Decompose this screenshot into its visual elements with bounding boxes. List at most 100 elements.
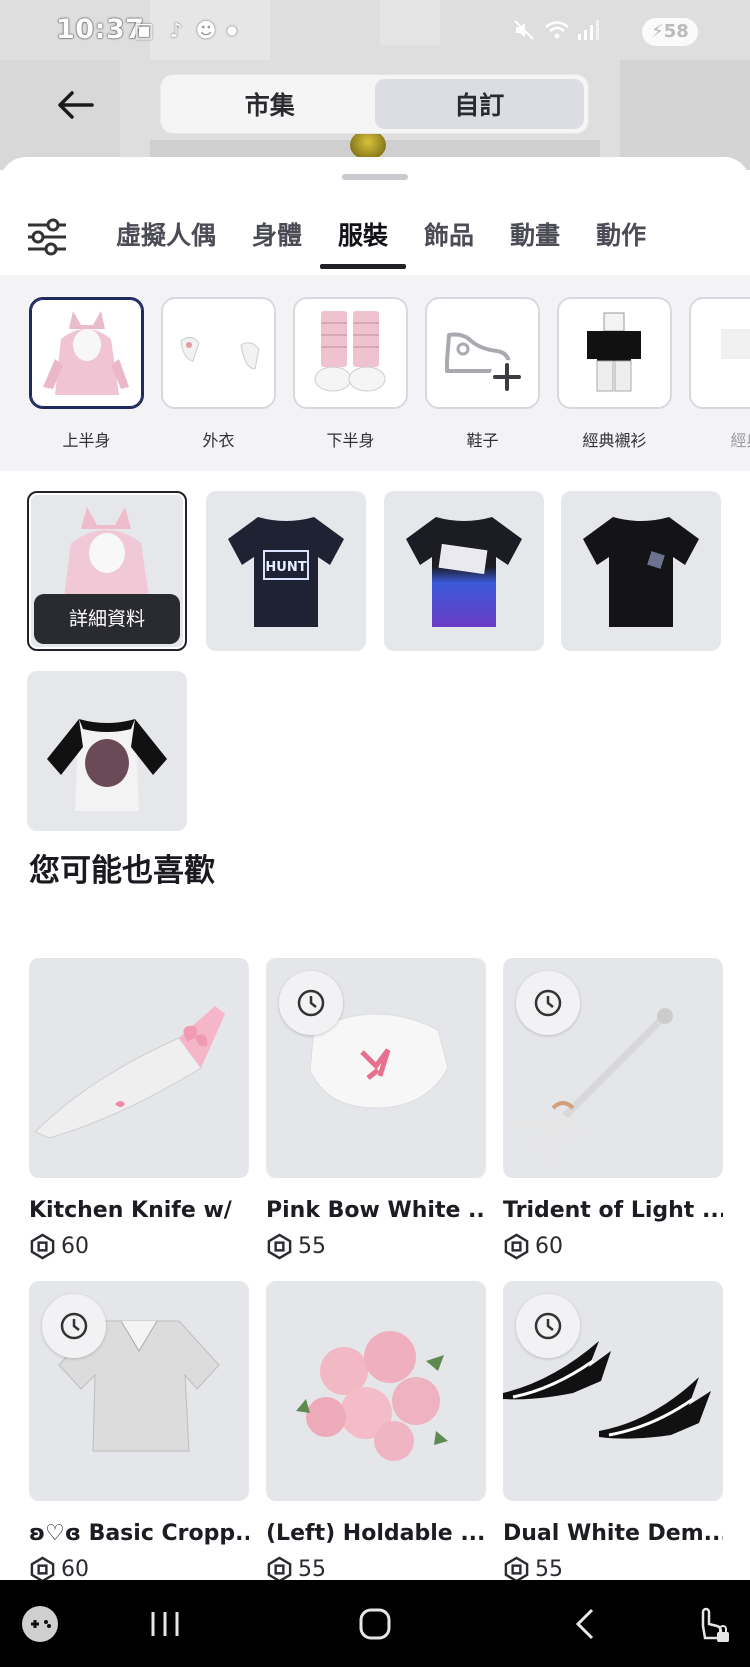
owned-item-card[interactable]: 詳細資料 — [27, 491, 187, 651]
sliders-icon — [28, 218, 66, 256]
add-shoe-icon — [425, 297, 540, 409]
details-button[interactable]: 詳細資料 — [34, 594, 180, 644]
status-bar: 10:37 ▣ ♪ ☻ ● ⚡58 — [0, 12, 750, 52]
touch-lock-button[interactable] — [688, 1580, 734, 1667]
pink-cat-hoodie-thumb — [29, 297, 144, 409]
hunt-navy-tshirt-icon: HUNT — [228, 517, 344, 627]
tab-body[interactable]: 身體 — [234, 205, 320, 267]
subcat-outerwear[interactable]: 外衣 — [161, 297, 276, 451]
rec-card[interactable]: Kitchen Knife w/ 60 — [29, 958, 249, 1261]
tab-emotes[interactable]: 動作 — [578, 205, 664, 267]
clock-icon — [534, 989, 562, 1017]
pink-bow-top-thumb — [266, 958, 486, 1178]
tab-avatar[interactable]: 虛擬人偶 — [98, 205, 234, 267]
classic-pants-thumb — [689, 297, 750, 409]
subcat-label: 下半身 — [326, 431, 375, 450]
item-price: 55 — [266, 1554, 486, 1580]
robux-icon — [267, 1556, 292, 1580]
screenshot-icon: ▣ — [134, 18, 154, 42]
owned-item-card[interactable] — [561, 491, 721, 651]
signal-icon — [576, 18, 600, 42]
rec-card[interactable]: Trident of Light ... 60 — [503, 958, 723, 1261]
limited-time-badge — [42, 1294, 106, 1358]
subcat-shoes[interactable]: 鞋子 — [425, 297, 540, 451]
subcat-label: 經典 — [730, 431, 750, 450]
price-value: 55 — [298, 1556, 326, 1581]
subcategory-strip: 上半身 外衣 下半身 鞋子 經典襯衫 經 — [0, 275, 750, 471]
subcat-label: 經典襯衫 — [582, 431, 647, 450]
item-name: Dual White Dem... — [503, 1521, 723, 1546]
tab-marketplace[interactable]: 市集 — [165, 79, 375, 129]
robux-icon — [30, 1556, 55, 1580]
rec-card[interactable]: Dual White Dem... 55 — [503, 1281, 723, 1580]
category-tabs: 虛擬人偶 身體 服裝 飾品 動畫 動作 — [98, 205, 664, 269]
item-name: (Left) Holdable ... — [266, 1521, 486, 1546]
rose-bouquet-thumb — [266, 1281, 486, 1501]
rec-card[interactable]: (Left) Holdable ... 55 — [266, 1281, 486, 1580]
gamepad-icon — [22, 1605, 58, 1642]
notification-dot-icon: ● — [226, 23, 238, 37]
price-value: 55 — [535, 1556, 563, 1581]
tab-customize[interactable]: 自訂 — [374, 79, 584, 129]
crop-top-thumb — [29, 1281, 249, 1501]
tab-animations[interactable]: 動畫 — [492, 205, 578, 267]
robux-icon — [267, 1233, 292, 1259]
subcat-classic-pants[interactable]: 經典 — [689, 297, 750, 451]
demon-wings-thumb — [503, 1281, 723, 1501]
touch-lock-icon — [701, 1607, 729, 1642]
item-price: 55 — [266, 1231, 486, 1261]
subcat-classic-shirts[interactable]: 經典襯衫 — [557, 297, 672, 451]
subcat-label: 鞋子 — [466, 431, 499, 450]
chevron-left-icon — [575, 1608, 594, 1639]
item-price: 55 — [503, 1554, 723, 1580]
robux-icon — [504, 1556, 529, 1580]
item-price: 60 — [29, 1554, 249, 1580]
item-name: Pink Bow White ... — [266, 1198, 486, 1223]
system-nav-bar — [0, 1580, 750, 1667]
back-button[interactable] — [52, 82, 98, 128]
classic-shirt-thumb — [557, 297, 672, 409]
customize-sheet: 虛擬人偶 身體 服裝 飾品 動畫 動作 上半身 外衣 下半身 鞋子 經典襯衫 經… — [0, 157, 750, 1580]
clock-icon — [60, 1312, 88, 1340]
subcat-bottoms[interactable]: 下半身 — [293, 297, 408, 451]
wifi-icon — [544, 18, 569, 42]
avatar-preview — [350, 130, 386, 160]
owned-item-card[interactable] — [27, 671, 187, 831]
robux-icon — [504, 1233, 529, 1259]
home-button[interactable] — [350, 1580, 400, 1667]
tab-accessories[interactable]: 飾品 — [406, 205, 492, 267]
white-raglan-tshirt-icon — [47, 719, 167, 811]
recommendations-title: 您可能也喜歡 — [29, 853, 215, 889]
game-app-icon: ☻ — [195, 18, 217, 42]
limited-time-badge — [516, 1294, 580, 1358]
battery-level: 58 — [663, 21, 689, 42]
owned-item-card[interactable]: HUNT — [206, 491, 366, 651]
item-price: 60 — [503, 1231, 723, 1261]
recent-apps-button[interactable] — [140, 1580, 190, 1667]
price-value: 60 — [535, 1233, 563, 1259]
sheet-drag-handle[interactable] — [342, 174, 408, 180]
limited-time-badge — [516, 971, 580, 1035]
clock-icon — [297, 989, 325, 1017]
item-price: 60 — [29, 1231, 249, 1261]
rec-card[interactable]: Pink Bow White ... 55 — [266, 958, 486, 1261]
svg-text:HUNT: HUNT — [265, 560, 306, 575]
arrow-left-icon — [58, 91, 94, 119]
home-icon — [359, 1608, 391, 1639]
subcat-label: 外衣 — [202, 431, 235, 450]
owned-item-card[interactable] — [384, 491, 544, 651]
tiktok-icon: ♪ — [169, 18, 183, 42]
mute-icon — [512, 18, 536, 42]
rec-card[interactable]: ʚ♡ɞ Basic Cropp... 60 — [29, 1281, 249, 1580]
subcat-tops[interactable]: 上半身 — [29, 297, 144, 451]
outerwear-thumb — [161, 297, 276, 409]
game-launcher-button[interactable] — [18, 1580, 62, 1667]
tab-clothing[interactable]: 服裝 — [320, 205, 407, 269]
mode-switch: 市集 自訂 — [161, 75, 588, 133]
price-value: 60 — [61, 1556, 89, 1581]
limited-time-badge — [279, 971, 343, 1035]
item-name: Kitchen Knife w/ — [29, 1198, 232, 1223]
system-back-button[interactable] — [560, 1580, 610, 1667]
filter-button[interactable] — [26, 217, 68, 257]
clock-icon — [534, 1312, 562, 1340]
